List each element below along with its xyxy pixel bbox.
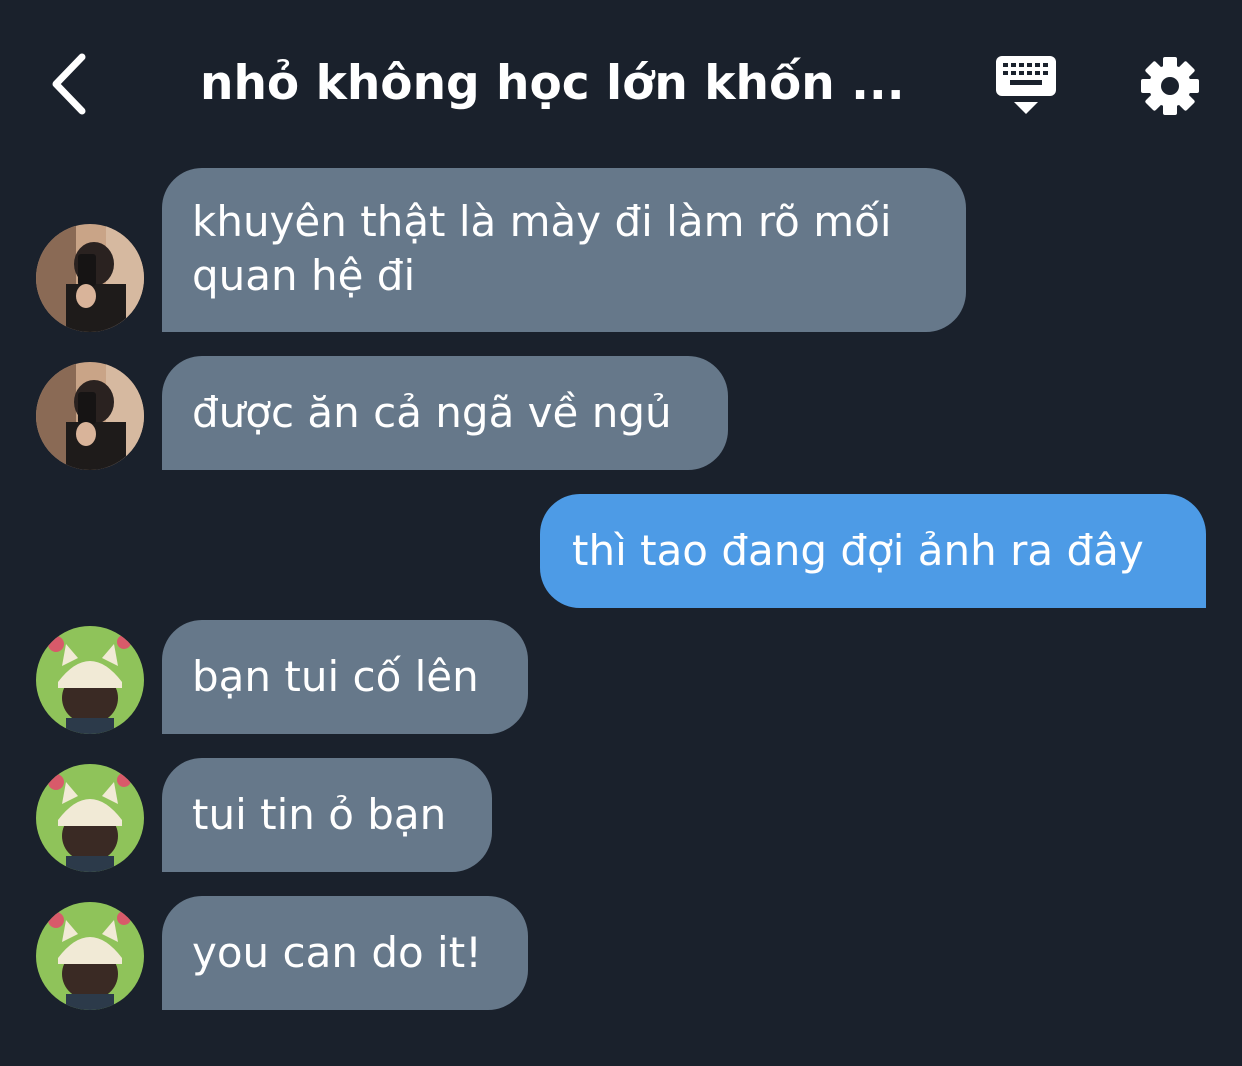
avatar[interactable] (36, 224, 144, 332)
message-bubble-incoming[interactable]: được ăn cả ngã về ngủ (162, 356, 728, 470)
keyboard-icon (996, 56, 1056, 114)
keyboard-button[interactable] (988, 52, 1064, 120)
avatar[interactable] (36, 902, 144, 1010)
message-line: thì tao đang đợi ảnh ra đây (572, 526, 1144, 575)
chat-header: nhỏ không học lớn khốn ... (0, 0, 1242, 160)
message-line: tui tin ỏ bạn (192, 790, 447, 839)
back-button[interactable] (36, 48, 100, 120)
message-bubble-outgoing[interactable]: thì tao đang đợi ảnh ra đây (540, 494, 1206, 608)
message-line: được ăn cả ngã về ngủ (192, 388, 672, 437)
message-bubble-incoming[interactable]: khuyên thật là mày đi làm rõ mối quan hệ… (162, 168, 966, 332)
message-line: you can do it! (192, 928, 483, 977)
chat-title[interactable]: nhỏ không học lớn khốn ... (200, 52, 900, 116)
message-bubble-incoming[interactable]: bạn tui cố lên (162, 620, 528, 734)
settings-button[interactable] (1134, 50, 1206, 122)
chevron-left-icon (52, 53, 86, 115)
avatar[interactable] (36, 764, 144, 872)
chat-screen: nhỏ không học lớn khốn ... khuyên thật l… (0, 0, 1242, 1066)
message-line: bạn tui cố lên (192, 652, 479, 701)
message-bubble-incoming[interactable]: you can do it! (162, 896, 528, 1010)
avatar[interactable] (36, 362, 144, 470)
gear-icon (1141, 57, 1199, 115)
message-bubble-incoming[interactable]: tui tin ỏ bạn (162, 758, 492, 872)
message-line: quan hệ đi (192, 251, 416, 300)
avatar[interactable] (36, 626, 144, 734)
message-line: khuyên thật là mày đi làm rõ mối (192, 197, 892, 246)
